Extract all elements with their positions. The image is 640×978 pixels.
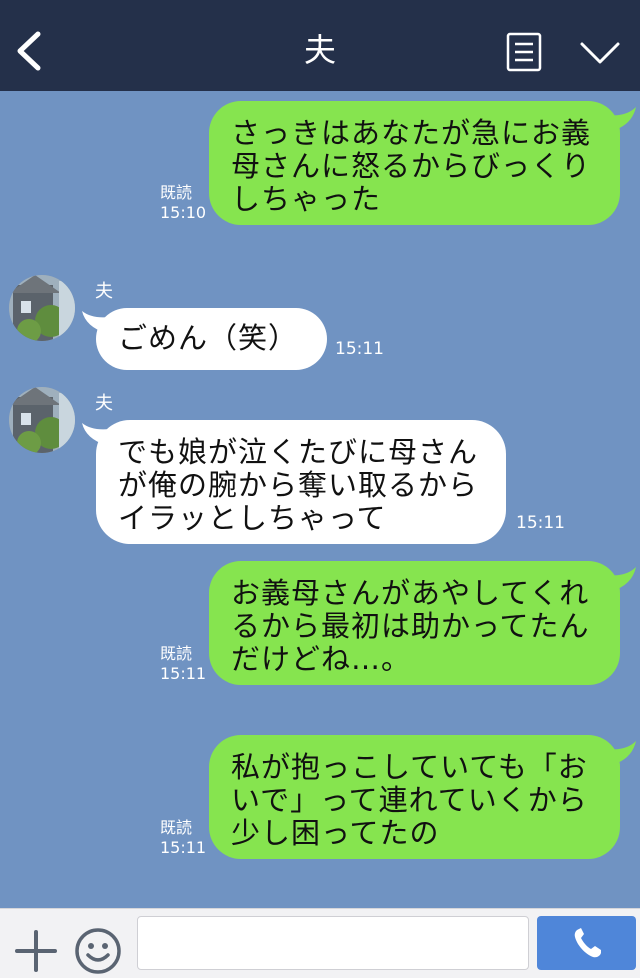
sender-name: 夫 <box>95 393 113 414</box>
message-line: でも娘が泣くたびに母さん <box>118 435 479 469</box>
menu-icon[interactable] <box>506 32 542 72</box>
message-line: ごめん（笑） <box>118 321 299 355</box>
message-meta: 既読 15:11 <box>160 818 206 858</box>
their-message-bubble[interactable]: ごめん（笑） <box>96 308 327 370</box>
message-line: 私が抱っこしていても「お <box>231 750 588 784</box>
message-line: お義母さんがあやしてくれ <box>231 576 590 610</box>
message-line: るから最初は助かってたん <box>231 609 590 643</box>
avatar[interactable] <box>9 275 75 341</box>
avatar[interactable] <box>9 387 75 453</box>
message-line: だけどね…。 <box>231 642 412 676</box>
message-line: 母さんに怒るからびっくり <box>231 149 592 183</box>
chat-title: 夫 <box>303 31 336 69</box>
message-input[interactable] <box>137 916 529 970</box>
chat-header: 夫 <box>0 0 640 91</box>
message-time: 15:11 <box>516 513 565 533</box>
message-list[interactable]: さっきはあなたが急にお義 母さんに怒るからびっくり しちゃった 既読 15:10… <box>0 91 640 908</box>
my-message-bubble[interactable]: お義母さんがあやしてくれ るから最初は助かってたん だけどね…。 <box>209 561 620 685</box>
message-line: イラッとしちゃって <box>118 501 387 535</box>
message-line: いで」って連れていくから <box>231 783 588 817</box>
message-meta: 既読 15:11 <box>160 644 206 684</box>
phone-icon <box>574 928 601 958</box>
read-receipt: 既読 <box>160 183 193 202</box>
my-message-bubble[interactable]: さっきはあなたが急にお義 母さんに怒るからびっくり しちゃった <box>209 101 620 225</box>
input-bar <box>0 908 640 978</box>
chevron-down-icon[interactable] <box>579 40 621 66</box>
call-button[interactable] <box>537 916 636 970</box>
message-time: 15:11 <box>160 664 207 683</box>
message-line: しちゃった <box>231 182 382 216</box>
message-meta: 既読 15:10 <box>160 183 206 223</box>
message-time: 15:10 <box>160 203 207 222</box>
message-time: 15:11 <box>335 339 384 359</box>
message-time: 15:11 <box>160 838 207 857</box>
message-line: が俺の腕から奪い取るから <box>118 468 479 502</box>
their-message-bubble[interactable]: でも娘が泣くたびに母さん が俺の腕から奪い取るから イラッとしちゃって <box>96 420 506 544</box>
message-line: さっきはあなたが急にお義 <box>231 116 592 150</box>
read-receipt: 既読 <box>160 818 193 837</box>
emoji-icon[interactable] <box>74 927 122 975</box>
sender-name: 夫 <box>95 281 113 302</box>
plus-icon[interactable] <box>14 929 58 973</box>
my-message-bubble[interactable]: 私が抱っこしていても「お いで」って連れていくから 少し困ってたの <box>209 735 620 859</box>
avatar-photo-icon <box>9 275 75 341</box>
avatar-photo-icon <box>9 387 75 453</box>
read-receipt: 既読 <box>160 644 193 663</box>
message-line: 少し困ってたの <box>231 816 440 850</box>
